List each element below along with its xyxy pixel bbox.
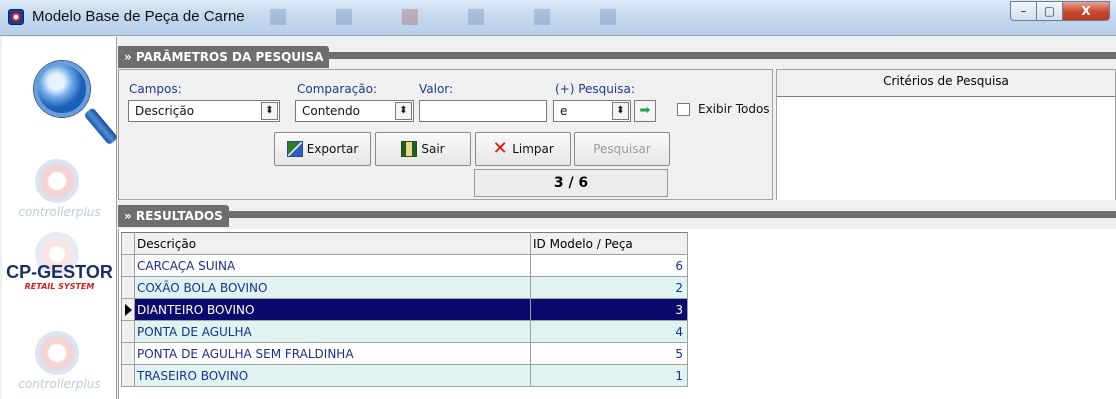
ghost-icon: [402, 9, 418, 25]
ghost-icon: [468, 9, 484, 25]
cell-id: 1: [530, 364, 688, 387]
row-indicator: [121, 320, 135, 343]
campos-value: Descrição: [135, 104, 195, 118]
cell-descricao: PONTA DE AGULHA: [134, 320, 531, 343]
window-controls: – ▢ X: [1010, 1, 1110, 21]
params-section-header: » PARÂMETROS DA PESQUISA: [118, 46, 1116, 68]
updown-arrow-icon[interactable]: ⬍: [261, 102, 278, 120]
exit-label: Sair: [421, 142, 445, 156]
ghost-icon: [270, 9, 286, 25]
brand-text-bottom: controllerplus: [18, 377, 101, 391]
results-grid-area: Descrição ID Modelo / Peça CARCAÇA SUINA…: [118, 229, 1116, 399]
exit-door-icon: [401, 141, 418, 157]
ghost-icon: [600, 9, 616, 25]
column-header-descricao[interactable]: Descrição: [134, 232, 531, 255]
add-criteria-arrow-icon[interactable]: ➡: [634, 100, 656, 122]
row-indicator-arrow-icon: [121, 298, 135, 321]
section-rule: [118, 211, 1116, 218]
clear-label: Limpar: [512, 142, 554, 156]
search-label: Pesquisar: [593, 142, 651, 156]
comparacao-select[interactable]: Contendo ⬍: [295, 100, 414, 122]
results-grid[interactable]: Descrição ID Modelo / Peça CARCAÇA SUINA…: [121, 232, 688, 387]
clear-x-icon: ✕: [492, 138, 508, 159]
cell-descricao: DIANTEIRO BOVINO: [134, 298, 531, 321]
export-button[interactable]: Exportar: [274, 132, 371, 166]
table-row[interactable]: CARCAÇA SUINA 6: [121, 254, 688, 277]
updown-arrow-icon[interactable]: ⬍: [395, 102, 412, 120]
campos-select[interactable]: Descrição ⬍: [128, 100, 280, 122]
gestor-subtitle: RETAIL SYSTEM: [24, 282, 95, 291]
export-icon: [286, 141, 303, 157]
brand-text-top: controllerplus: [18, 205, 101, 219]
criteria-title: Critérios de Pesquisa: [883, 74, 1009, 88]
toolbar-ghost-icons: [270, 9, 616, 25]
maximize-button[interactable]: ▢: [1037, 1, 1063, 21]
title-bar: Modelo Base de Peça de Carne – ▢ X: [0, 0, 1116, 36]
cell-id: 5: [530, 342, 688, 365]
exit-button[interactable]: Sair: [375, 132, 471, 166]
updown-arrow-icon[interactable]: ⬍: [612, 102, 629, 120]
cell-id: 2: [530, 276, 688, 299]
clear-button[interactable]: ✕ Limpar: [475, 132, 571, 166]
campos-label: Campos:: [129, 82, 182, 96]
sidebar: controllerplus CP-GESTOR RETAIL SYSTEM c…: [2, 37, 119, 399]
cell-descricao: PONTA DE AGULHA SEM FRALDINHA: [134, 342, 531, 365]
table-row[interactable]: PONTA DE AGULHA SEM FRALDINHA 5: [121, 342, 688, 365]
search-button[interactable]: Pesquisar: [574, 132, 670, 166]
controllerplus-logo-icon: [35, 331, 79, 375]
cell-descricao: TRASEIRO BOVINO: [134, 364, 531, 387]
cell-descricao: COXÃO BOLA BOVINO: [134, 276, 531, 299]
export-label: Exportar: [306, 142, 359, 156]
valor-input[interactable]: [419, 100, 547, 122]
close-button[interactable]: X: [1063, 1, 1110, 21]
criteria-panel: Critérios de Pesquisa: [776, 69, 1116, 200]
controllerplus-logo-icon: [35, 159, 79, 203]
params-section-title: » PARÂMETROS DA PESQUISA: [118, 46, 330, 68]
magnifier-handle: [83, 107, 119, 146]
cell-id: 3: [530, 298, 688, 321]
cell-descricao: CARCAÇA SUINA: [134, 254, 531, 277]
row-indicator: [121, 276, 135, 299]
cell-id: 6: [530, 254, 688, 277]
table-row[interactable]: TRASEIRO BOVINO 1: [121, 364, 688, 387]
magnifier-icon: [34, 61, 90, 117]
row-indicator-header: [121, 232, 135, 255]
window-title: Modelo Base de Peça de Carne: [32, 8, 245, 25]
valor-label: Valor:: [419, 82, 454, 96]
comparacao-label: Comparação:: [297, 82, 378, 96]
gestor-title: CP-GESTOR: [6, 262, 113, 282]
results-section-title: » RESULTADOS: [118, 205, 229, 227]
mais-pesquisa-value: e: [560, 104, 568, 118]
comparacao-value: Contendo: [302, 104, 360, 118]
ghost-icon: [534, 9, 550, 25]
cell-id: 4: [530, 320, 688, 343]
table-row[interactable]: COXÃO BOLA BOVINO 2: [121, 276, 688, 299]
record-counter: 3 / 6: [474, 169, 668, 197]
search-parameters-panel: Campos: Comparação: Valor: (+) Pesquisa:…: [118, 69, 773, 200]
ghost-icon: [336, 9, 352, 25]
column-header-id[interactable]: ID Modelo / Peça: [530, 232, 688, 255]
table-row-selected[interactable]: DIANTEIRO BOVINO 3: [121, 298, 688, 321]
mais-pesquisa-select[interactable]: e ⬍: [553, 100, 631, 122]
exibir-todos-label: Exibir Todos: [698, 102, 770, 116]
app-icon: [8, 9, 24, 25]
criteria-list[interactable]: [777, 96, 1115, 200]
row-indicator: [121, 364, 135, 387]
row-indicator: [121, 254, 135, 277]
mais-pesquisa-label: (+) Pesquisa:: [555, 82, 635, 96]
minimize-button[interactable]: –: [1010, 1, 1037, 21]
results-section-header: » RESULTADOS: [118, 205, 1116, 227]
table-row[interactable]: PONTA DE AGULHA 4: [121, 320, 688, 343]
exibir-todos-checkbox[interactable]: [677, 103, 690, 116]
row-indicator: [121, 342, 135, 365]
